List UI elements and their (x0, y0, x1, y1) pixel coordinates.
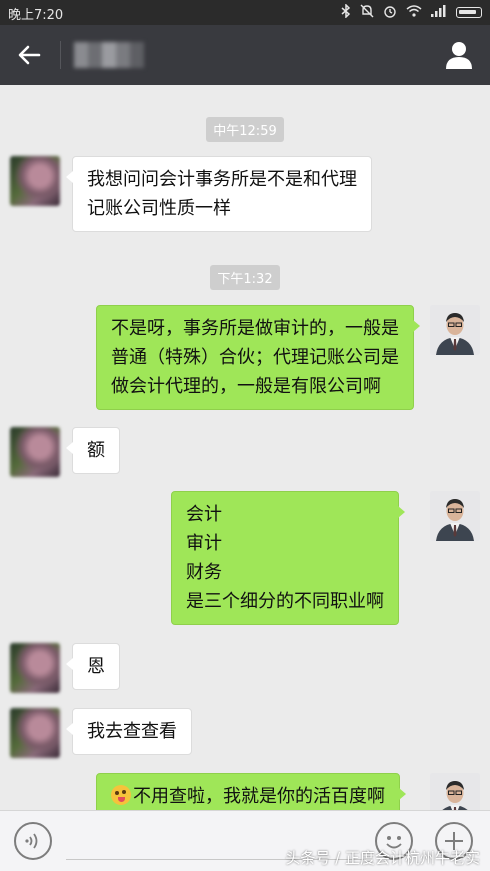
self-avatar[interactable] (430, 491, 480, 541)
watermark: 头条号 / 正度会计杭州牛老实 (285, 849, 480, 867)
received-message-bubble[interactable]: 额 (66, 427, 120, 474)
timestamp: 下午1:32 (0, 265, 490, 290)
self-avatar[interactable] (430, 305, 480, 355)
received-message-bubble[interactable]: 恩 (66, 643, 120, 690)
self-avatar[interactable] (430, 773, 480, 810)
status-bar: 晚上7:20 (0, 0, 490, 25)
voice-icon[interactable] (14, 822, 52, 860)
wifi-icon (406, 5, 422, 20)
profile-icon[interactable] (442, 39, 476, 71)
received-message-bubble[interactable]: 我想问问会计事务所是不是和代理 记账公司性质一样 (66, 156, 372, 232)
received-message-bubble[interactable]: 我去查查看 (66, 708, 192, 755)
alarm-icon (383, 4, 397, 21)
contact-name: 张 (74, 42, 144, 68)
status-icons (341, 3, 482, 21)
input-bar: 头条号 / 正度会计杭州牛老实 (0, 810, 490, 871)
back-arrow-icon[interactable] (12, 39, 48, 71)
peer-avatar[interactable] (10, 643, 60, 693)
signal-icon (431, 5, 447, 20)
mute-icon (360, 4, 374, 21)
bluetooth-icon (341, 3, 351, 21)
message-list[interactable]: 中午12:59 我想问问会计事务所是不是和代理 记账公司性质一样 下午1:32 … (0, 85, 490, 810)
peer-avatar[interactable] (10, 708, 60, 758)
chat-header: 张 (0, 25, 490, 85)
header-divider (60, 41, 61, 69)
sent-message-bubble[interactable]: 不用查啦，我就是你的活百度啊 (96, 773, 406, 810)
battery-icon (456, 7, 482, 18)
timestamp: 中午12:59 (0, 117, 490, 142)
sent-message-bubble[interactable]: 会计 审计 财务 是三个细分的不同职业啊 (171, 491, 405, 625)
tongue-emoji-icon (111, 785, 131, 805)
status-time: 晚上7:20 (8, 8, 64, 23)
peer-avatar[interactable] (10, 156, 60, 206)
sent-message-bubble[interactable]: 不是呀，事务所是做审计的，一般是 普通（特殊）合伙；代理记账公司是 做会计代理的… (96, 305, 420, 410)
peer-avatar[interactable] (10, 427, 60, 477)
